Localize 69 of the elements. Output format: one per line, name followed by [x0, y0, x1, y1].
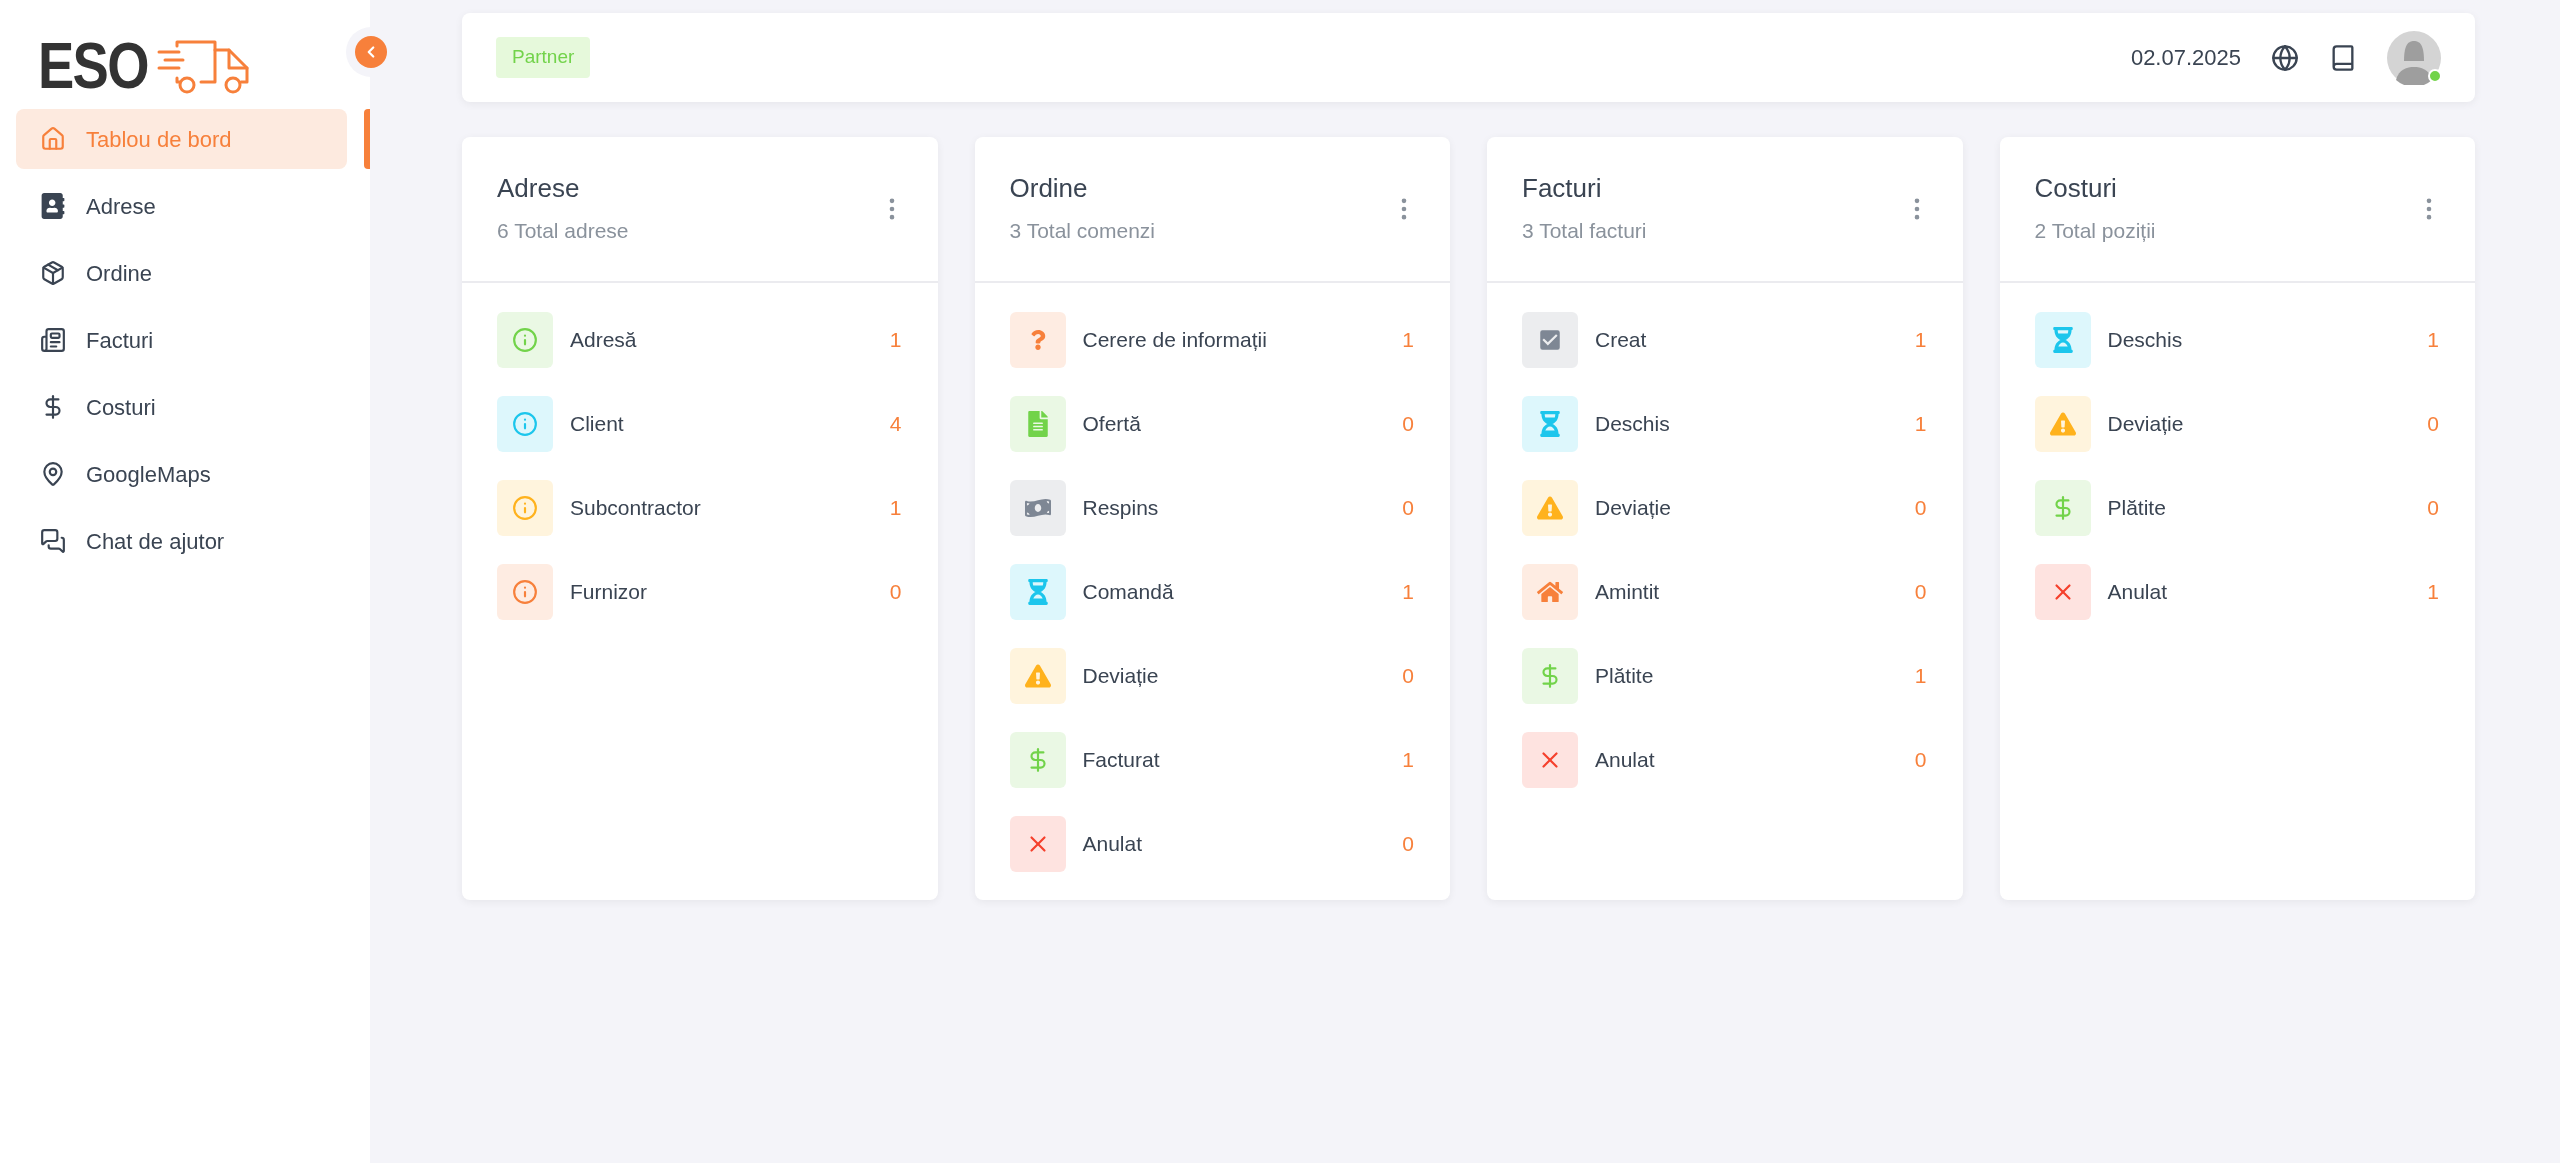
status-count: 0	[1402, 495, 1414, 522]
status-label: Adresă	[570, 327, 637, 354]
date-text: 02.07.2025	[2130, 44, 2241, 72]
sidebar-item[interactable]: Adrese	[16, 176, 347, 236]
status-label: Respins	[1082, 495, 1159, 522]
truck-icon	[157, 38, 252, 94]
card-subtitle: 3 Total comenzi	[1009, 217, 1156, 244]
status-label: Anulat	[1082, 831, 1143, 858]
chat-icon	[40, 528, 66, 554]
status-label: Subcontractor	[570, 495, 701, 522]
card-subtitle: 2 Total poziții	[2034, 217, 2156, 244]
status-label: Deviație	[1595, 495, 1671, 522]
status-count: 1	[889, 327, 902, 354]
card-title: Facturi	[1522, 172, 1603, 205]
card-title: Ordine	[1009, 172, 1089, 205]
avatar-silhouette[interactable]	[2387, 30, 2441, 85]
status-label: Deviație	[1082, 663, 1159, 690]
status-count: 1	[2427, 327, 2439, 354]
status-count: 4	[889, 411, 902, 438]
sidebar-item[interactable]: Chat de ajutor	[16, 511, 347, 571]
status-count: 1	[1402, 579, 1414, 606]
map-pin-icon	[40, 461, 66, 487]
status-label: Client	[570, 411, 624, 438]
card-title: Adrese	[497, 172, 581, 205]
card-subtitle: 6 Total adrese	[497, 217, 629, 244]
role-badge: Partner	[496, 37, 591, 78]
status-count: 1	[1914, 411, 1927, 438]
card-title: Costuri	[2034, 172, 2118, 205]
status-count: 0	[2427, 411, 2439, 438]
address-book-icon	[40, 193, 66, 219]
status-count: 1	[1402, 327, 1414, 354]
status-label: Deschis	[2107, 327, 2183, 354]
status-label: Anulat	[1595, 747, 1655, 774]
status-label: Amintit	[1595, 579, 1660, 606]
status-count: 1	[1914, 327, 1927, 354]
status-label: Facturat	[1082, 747, 1160, 774]
status-count: 1	[2427, 579, 2439, 606]
status-label: Creat	[1595, 327, 1647, 354]
status-count: 1	[889, 495, 902, 522]
status-label: Furnizor	[570, 579, 648, 606]
active-indicator	[364, 109, 370, 169]
status-label: Plătite	[1595, 663, 1654, 690]
globe-icon[interactable]	[2271, 43, 2299, 72]
status-label: Comandă	[1082, 579, 1174, 606]
status-label: Plătite	[2107, 495, 2166, 522]
status-count: 0	[1402, 411, 1414, 438]
status-label: Ofertă	[1082, 411, 1141, 438]
status-count: 0	[1914, 495, 1927, 522]
logo-text: ESO	[38, 34, 148, 98]
status-label: Anulat	[2107, 579, 2168, 606]
sidebar-item[interactable]: Facturi	[16, 310, 347, 370]
box-icon	[40, 260, 66, 286]
status-label: Deschis	[1595, 411, 1670, 438]
status-count: 0	[889, 579, 902, 606]
status-count: 0	[1914, 579, 1927, 606]
status-label: Cerere de informații	[1082, 327, 1267, 354]
status-count: 0	[1402, 831, 1414, 858]
house-icon	[40, 126, 66, 152]
card-subtitle: 3 Total facturi	[1522, 217, 1647, 244]
status-count: 1	[1914, 663, 1927, 690]
status-count: 0	[2427, 495, 2439, 522]
status-count: 0	[1914, 747, 1927, 774]
document-icon	[40, 327, 66, 353]
status-count: 0	[1402, 663, 1414, 690]
sidebar-item[interactable]: Ordine	[16, 243, 347, 303]
status-label: Deviație	[2107, 411, 2184, 438]
sidebar-item[interactable]: Costuri	[16, 377, 347, 437]
status-count: 1	[1402, 747, 1414, 774]
sidebar-item[interactable]: GoogleMaps	[16, 444, 347, 504]
